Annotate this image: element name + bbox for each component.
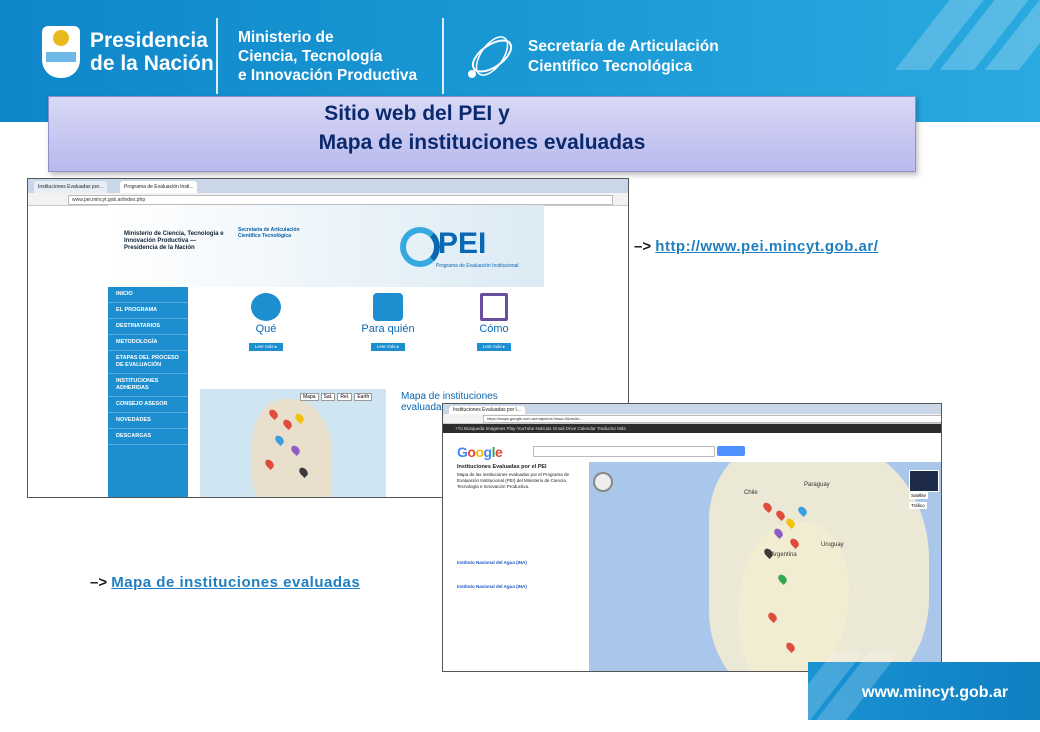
pei-nav-item: INSTITUCIONES ADHERIDAS	[108, 374, 188, 397]
presidencia-line1: Presidencia	[90, 29, 208, 52]
layer-button: Tráfico	[909, 502, 927, 509]
arrow: –>	[634, 238, 652, 255]
maps-search-button	[717, 446, 745, 456]
leer-mas-button: Leer más ▸	[370, 343, 406, 351]
arrow: –>	[90, 574, 108, 591]
map-instituciones-link[interactable]: Mapa de instituciones evaluadas	[111, 574, 360, 591]
map-tab: Mapa	[300, 393, 319, 401]
leer-mas-button: Leer más ▸	[476, 343, 512, 351]
maps-canvas: Chile Paraguay Argentina Uruguay Satélit…	[589, 462, 941, 671]
browser-tabs: Instituciones Evaluadas por... Programa …	[28, 179, 628, 193]
side-item: Instituto Nacional del Agua (INA)	[457, 584, 527, 589]
side-description: Mapa de las instituciones evaluadas por …	[457, 472, 570, 489]
header-divider	[216, 18, 218, 94]
pei-ring-icon	[400, 227, 440, 267]
argentina-shield-icon	[42, 26, 80, 78]
address-url: www.pei.mincyt.gob.ar/index.php	[68, 195, 613, 205]
google-maps-screenshot: Instituciones Evaluadas por l... https:/…	[442, 403, 942, 672]
leer-mas-button: Leer más ▸	[248, 343, 284, 351]
address-bar: https://maps.google.com.ar/maps/ms?msa=0…	[443, 414, 941, 424]
browser-tabs: Instituciones Evaluadas por l...	[443, 404, 941, 414]
pei-nav-item: DESCARGAS	[108, 429, 188, 445]
col-heading: Cómo	[479, 323, 509, 335]
footer-site: www.mincyt.gob.ar	[862, 684, 1009, 701]
country-label: Paraguay	[804, 482, 830, 488]
title-line2: Mapa de instituciones evaluadas	[318, 131, 646, 154]
maps-side-panel: Instituciones Evaluadas por el PEI Mapa …	[457, 464, 589, 664]
people-icon	[373, 293, 403, 321]
secretaria-line2: Científico Tecnológica	[528, 58, 693, 75]
pei-nav-item: CONSEJO ASESOR	[108, 397, 188, 413]
secretaria-line1: Secretaría de Articulación	[528, 38, 719, 55]
orbit-logo-icon	[468, 36, 513, 78]
browser-tab: Instituciones Evaluadas por...	[34, 181, 108, 193]
map-tab: Rel.	[337, 393, 353, 401]
pei-url-link[interactable]: http://www.pei.mincyt.gob.ar/	[655, 238, 878, 255]
browser-tab: Instituciones Evaluadas por l...	[449, 406, 525, 414]
map-tab: Earth	[354, 393, 373, 401]
country-label: Uruguay	[821, 542, 844, 548]
map-tab: Sat.	[320, 393, 336, 401]
side-item: Instituto Nacional del Agua (INA)	[457, 560, 527, 565]
map-type-tabs: Mapa Sat. Rel. Earth	[300, 393, 373, 401]
pei-subtitle: Programa de Evaluación Institucional	[436, 263, 519, 269]
col-heading: Para quién	[361, 323, 415, 335]
satellite-thumbnail	[909, 470, 939, 492]
country-label: Chile	[744, 490, 758, 496]
embedded-map: Mapa Sat. Rel. Earth	[200, 389, 386, 497]
pei-nav-item: METODOLOGÍA	[108, 335, 188, 351]
drop-icon	[251, 293, 281, 321]
layer-button: Satélite	[909, 492, 929, 499]
pei-nav: INICIO EL PROGRAMA DESTINATARIOS METODOL…	[108, 287, 188, 497]
google-logo: Google	[457, 444, 503, 460]
pei-nav-item: INICIO	[108, 287, 188, 303]
google-bar: +Tú Búsqueda Imágenes Play YouTube Notic…	[443, 424, 941, 433]
checkbox-icon	[480, 293, 508, 321]
pei-col-como: Cómo Leer más ▸	[436, 293, 552, 353]
pei-nav-item: NOVEDADES	[108, 413, 188, 429]
pei-link-line: –> http://www.pei.mincyt.gob.ar/	[634, 238, 878, 255]
pei-nav-item: ETAPAS DEL PROCESO DE EVALUACIÓN	[108, 351, 188, 374]
address-url: https://maps.google.com.ar/maps/ms?msa=0…	[483, 415, 941, 423]
pei-header: Ministerio de Ciencia, Tecnología e Inno…	[108, 205, 544, 287]
pei-logo: PEI	[438, 227, 487, 260]
pei-nav-item: EL PROGRAMA	[108, 303, 188, 319]
header-divider	[442, 18, 444, 94]
col-heading: Qué	[255, 323, 277, 335]
secretaria-logo: Secretaría de Articulación Científico Te…	[462, 30, 719, 84]
title-line1: Sitio web del PEI y	[324, 102, 510, 125]
pei-nav-item: DESTINATARIOS	[108, 319, 188, 335]
presidencia-logo: Presidencia de la Nación	[42, 26, 214, 78]
pei-col-que: Qué Leer más ▸	[208, 293, 324, 353]
footer-banner: www.mincyt.gob.ar	[770, 652, 1040, 732]
country-label: Argentina	[771, 552, 797, 558]
pei-col-para: Para quién Leer más ▸	[330, 293, 446, 353]
map-link-line: –> Mapa de instituciones evaluadas	[90, 574, 360, 591]
pan-control-icon	[593, 472, 613, 492]
slide-title-box: Sitio web del PEI y Mapa de institucione…	[48, 96, 916, 172]
side-title: Instituciones Evaluadas por el PEI	[457, 464, 547, 470]
maps-search-input	[533, 446, 715, 457]
ministerio-line3: e Innovación Productiva	[238, 67, 418, 84]
presidencia-line2: de la Nación	[90, 52, 214, 75]
ministerio-line2: Ciencia, Tecnología	[238, 48, 383, 65]
browser-tab: Programa de Evaluación Insti...	[120, 181, 198, 193]
ministerio-line1: Ministerio de	[238, 29, 334, 46]
pei-mini-brand: Ministerio de Ciencia, Tecnología e Inno…	[124, 231, 224, 251]
pei-mini-secretaria: Secretaría de Articulación Científico Te…	[238, 227, 300, 239]
ministerio-name: Ministerio de Ciencia, Tecnología e Inno…	[238, 28, 417, 85]
